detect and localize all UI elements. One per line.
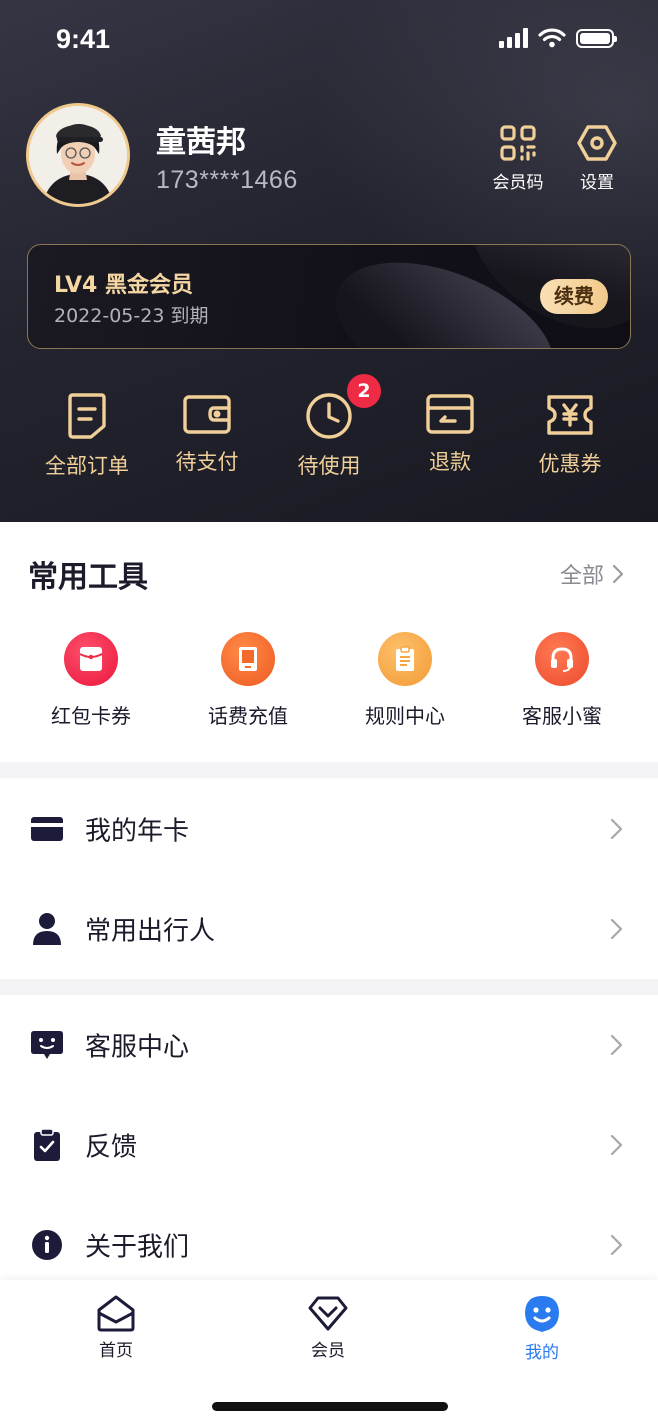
- diamond-icon: [308, 1296, 348, 1331]
- settings-label: 设置: [580, 173, 614, 193]
- order-label: 全部订单: [45, 454, 129, 478]
- wallet-icon: [183, 395, 231, 434]
- tool-phone-recharge[interactable]: 话费充值: [183, 632, 313, 729]
- red-packet-icon: [64, 632, 118, 686]
- status-bar: 9:41: [0, 0, 658, 80]
- tool-label: 话费充值: [208, 704, 288, 728]
- clock-icon: [306, 393, 352, 439]
- feedback-icon: [30, 1128, 64, 1162]
- chevron-right-icon: [610, 1034, 623, 1056]
- order-refund[interactable]: 退款: [395, 392, 505, 476]
- tab-membership[interactable]: 会员: [288, 1294, 368, 1361]
- tab-label: 会员: [311, 1341, 345, 1361]
- tools-title: 常用工具: [28, 560, 148, 595]
- gear-icon: [577, 125, 617, 161]
- section-divider: [0, 762, 658, 778]
- smile-user-icon: [525, 1296, 559, 1332]
- menu-label: 常用出行人: [85, 916, 216, 947]
- home-indicator: [212, 1402, 448, 1411]
- member-code-button[interactable]: 会员码: [486, 124, 550, 193]
- order-label: 待使用: [297, 454, 361, 478]
- section-divider: [0, 979, 658, 995]
- user-name: 童茜邦: [156, 125, 246, 160]
- pending-use-badge: 2: [347, 374, 381, 408]
- tab-label: 我的: [525, 1343, 559, 1363]
- tab-label: 首页: [99, 1341, 133, 1361]
- chat-smile-icon: [30, 1028, 64, 1062]
- membership-card[interactable]: LV4 黑金会员 2022-05-23 到期 续费: [27, 244, 631, 349]
- refund-icon: [426, 394, 474, 434]
- menu-label: 我的年卡: [85, 816, 190, 847]
- member-code-label: 会员码: [492, 173, 544, 193]
- settings-button[interactable]: 设置: [565, 124, 629, 193]
- menu-travelers[interactable]: 常用出行人: [0, 879, 658, 979]
- user-phone: 173****1466: [156, 166, 298, 194]
- qr-code-icon: [500, 125, 536, 161]
- order-all[interactable]: 全部订单: [32, 392, 142, 480]
- phone-recharge-icon: [221, 632, 275, 686]
- tools-view-all[interactable]: 全部: [560, 558, 624, 590]
- person-icon: [30, 912, 64, 946]
- tab-mine[interactable]: 我的: [502, 1294, 582, 1363]
- menu-annual-card[interactable]: 我的年卡: [0, 779, 658, 879]
- menu-label: 反馈: [85, 1132, 138, 1163]
- menu-feedback[interactable]: 反馈: [0, 1095, 658, 1195]
- menu-label: 关于我们: [85, 1232, 190, 1263]
- headset-icon: [535, 632, 589, 686]
- info-icon: [30, 1228, 64, 1262]
- membership-level: LV4 黑金会员: [54, 273, 193, 298]
- tool-rules-center[interactable]: 规则中心: [340, 632, 470, 729]
- order-coupons[interactable]: 优惠券: [515, 392, 625, 478]
- tools-all-label: 全部: [559, 564, 604, 589]
- order-label: 优惠券: [538, 452, 602, 476]
- card-icon: [30, 812, 64, 846]
- document-icon: [68, 393, 106, 439]
- clipboard-icon: [378, 632, 432, 686]
- avatar[interactable]: [26, 103, 130, 207]
- signal-icon: [499, 28, 528, 48]
- renew-button[interactable]: 续费: [540, 279, 608, 314]
- chevron-right-icon: [610, 1234, 623, 1256]
- tool-red-packet[interactable]: 红包卡券: [26, 632, 156, 729]
- home-icon: [97, 1295, 135, 1332]
- chevron-right-icon: [610, 918, 623, 940]
- coupon-icon: [547, 395, 593, 435]
- wifi-icon: [538, 28, 566, 48]
- chevron-right-icon: [610, 1134, 623, 1156]
- order-shortcuts: 全部订单 待支付 待使用 退款 优惠券: [0, 392, 658, 492]
- order-label: 退款: [429, 450, 471, 474]
- status-time: 9:41: [56, 24, 111, 54]
- tool-label: 客服小蜜: [522, 704, 602, 728]
- battery-icon: [576, 28, 617, 48]
- menu-label: 客服中心: [85, 1032, 190, 1063]
- order-pending-payment[interactable]: 待支付: [152, 392, 262, 476]
- order-label: 待支付: [175, 450, 239, 474]
- tab-home[interactable]: 首页: [76, 1294, 156, 1361]
- menu-service-center[interactable]: 客服中心: [0, 995, 658, 1095]
- tool-customer-service[interactable]: 客服小蜜: [497, 632, 627, 729]
- membership-expiry: 2022-05-23 到期: [54, 305, 209, 327]
- chevron-right-icon: [610, 818, 623, 840]
- chevron-right-icon: [612, 564, 624, 584]
- status-icons: [499, 28, 617, 48]
- profile-header: 9:41 童茜邦 173****1466 会员码 设置 LV4 黑金会员 202…: [0, 0, 658, 522]
- tool-label: 红包卡券: [51, 704, 131, 728]
- tool-label: 规则中心: [365, 704, 445, 728]
